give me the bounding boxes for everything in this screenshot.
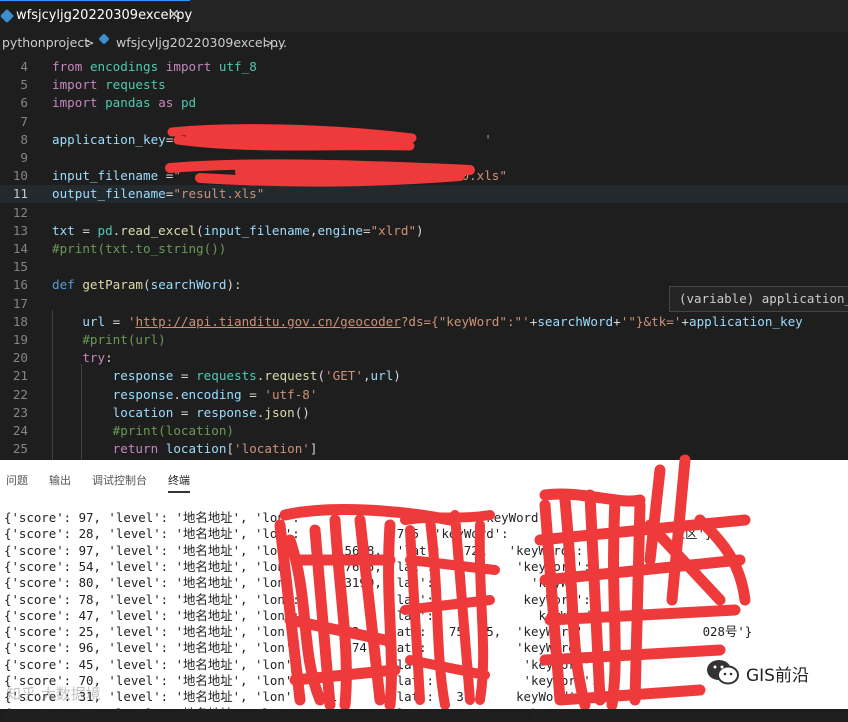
wechat-icon — [707, 660, 739, 685]
redaction-scribbles — [165, 124, 751, 709]
watermark-text: 知乎·大数据境 — [6, 685, 101, 703]
brand-label: GIS前沿 — [746, 666, 809, 686]
